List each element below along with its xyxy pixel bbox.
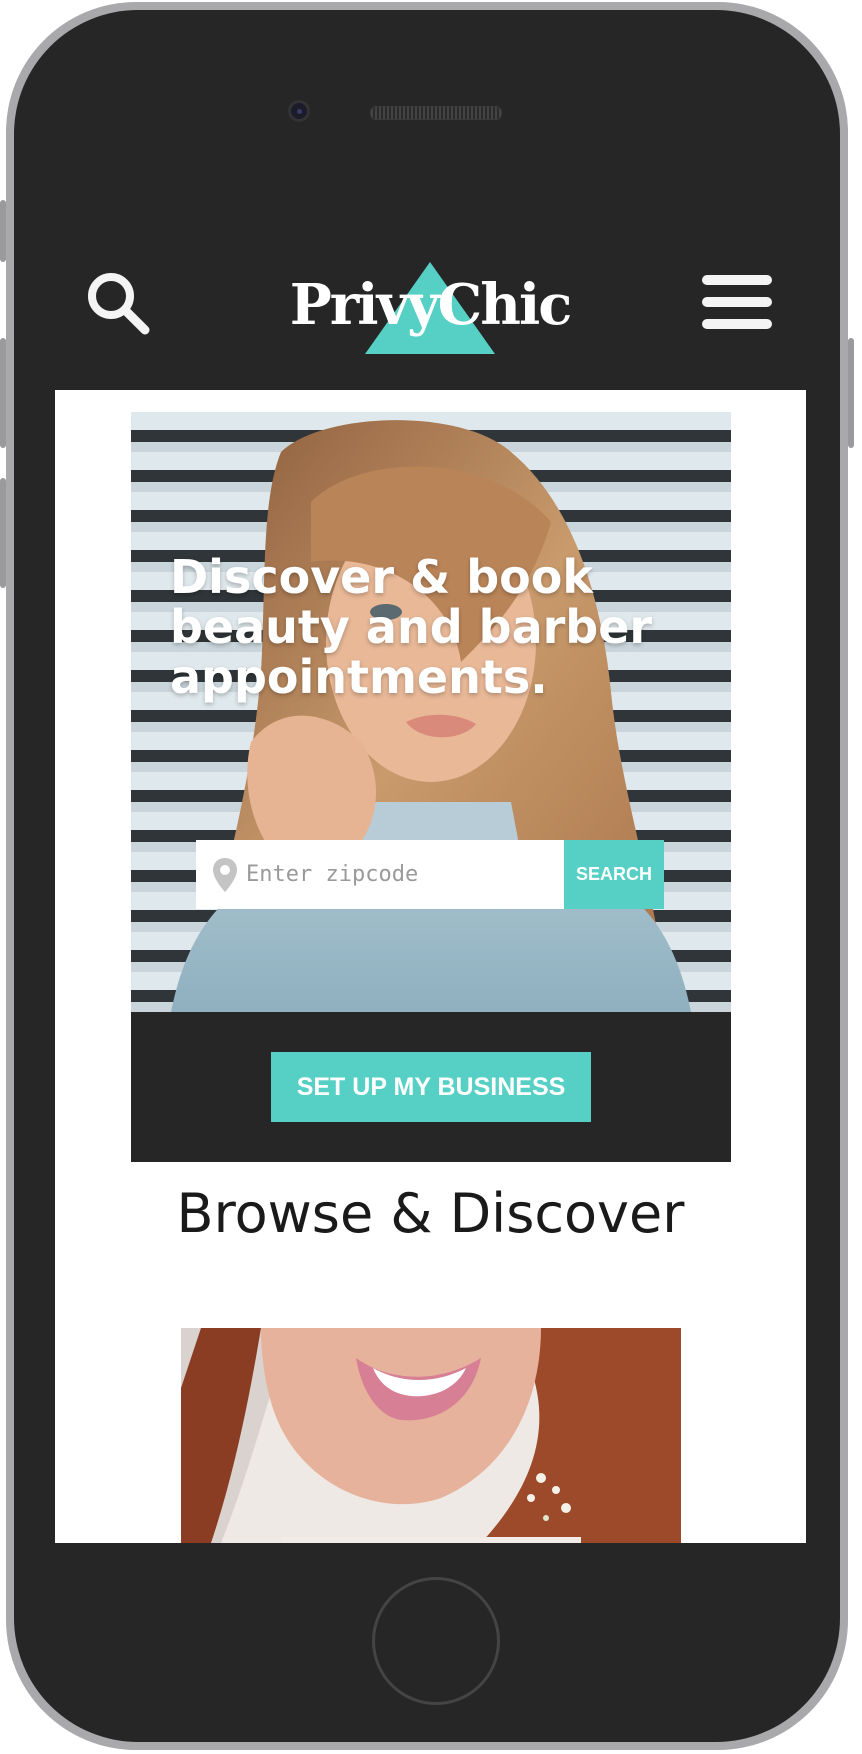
home-button[interactable] [372, 1577, 500, 1705]
front-camera [288, 100, 310, 122]
browse-card-image[interactable] [181, 1328, 681, 1543]
zipcode-search-button[interactable]: SEARCH [564, 840, 664, 909]
business-cta-band: SET UP MY BUSINESS [131, 1012, 731, 1162]
earpiece-speaker [370, 106, 502, 120]
browse-section-title: Browse & Discover [176, 1182, 685, 1245]
smiling-model-photo [181, 1328, 681, 1543]
set-up-business-button[interactable]: SET UP MY BUSINESS [271, 1052, 591, 1122]
power-button [848, 338, 854, 448]
mute-switch [0, 200, 6, 262]
zipcode-input[interactable] [246, 862, 546, 887]
privychic-logo[interactable]: PrivyChic [285, 250, 575, 356]
top-navigation-bar: PrivyChic [55, 210, 806, 390]
hero-headline: Discover & book beauty and barber appoin… [170, 550, 653, 704]
volume-down-button [0, 478, 6, 588]
app-screen: PrivyChic Discover & book beauty and bar… [55, 210, 806, 1543]
card-caption-bar [281, 1537, 581, 1543]
hero-banner: Discover & book beauty and barber appoin… [131, 412, 731, 1012]
zipcode-field-container [196, 840, 564, 909]
location-pin-icon [213, 857, 237, 892]
volume-up-button [0, 338, 6, 448]
hamburger-menu-icon[interactable] [702, 275, 772, 329]
search-icon[interactable] [85, 270, 151, 336]
hero-model-photo [171, 420, 691, 1012]
logo-text: PrivyChic [289, 272, 573, 338]
